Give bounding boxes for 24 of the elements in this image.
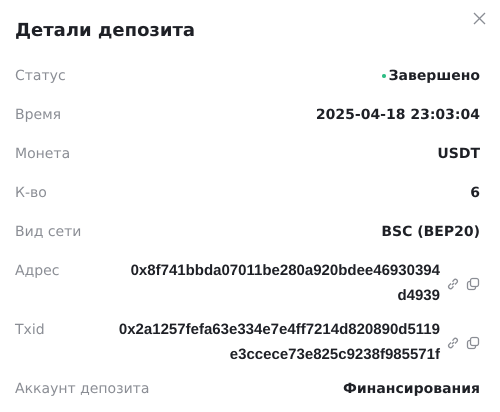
detail-label: Адрес xyxy=(15,262,60,281)
detail-label: Txid xyxy=(15,321,45,340)
link-icon[interactable] xyxy=(446,336,460,350)
detail-label: Статус xyxy=(15,67,66,86)
copy-icon[interactable] xyxy=(466,276,480,290)
detail-value: 6 xyxy=(470,184,480,203)
detail-value: 2025-04-18 23:03:04 xyxy=(316,106,480,125)
detail-value: Финансирования xyxy=(342,380,480,399)
detail-value: BSC (BEP20) xyxy=(381,223,480,242)
hash-text: 0x8f741bbda07011be280a920bdee46930394 xyxy=(130,261,440,281)
link-icon[interactable] xyxy=(446,276,460,290)
detail-label: Вид сети xyxy=(15,223,82,242)
detail-label: Аккаунт депозита xyxy=(15,380,150,399)
detail-value: USDT xyxy=(437,145,480,164)
status-value: Завершено xyxy=(382,66,480,86)
detail-label: Монета xyxy=(15,145,70,164)
detail-label: Время xyxy=(15,106,62,125)
dialog-title: Детали депозита xyxy=(15,19,196,43)
copy-icon[interactable] xyxy=(466,336,480,350)
close-icon[interactable] xyxy=(473,12,486,25)
hash-text: d4939 xyxy=(397,286,440,306)
hash-text: 0x2a1257fefa63e334e7e4ff7214d820890d5119 xyxy=(118,320,440,340)
hash-text: e3ccece73e825c9238f985571f xyxy=(230,345,440,365)
detail-label: К-во xyxy=(15,184,47,203)
